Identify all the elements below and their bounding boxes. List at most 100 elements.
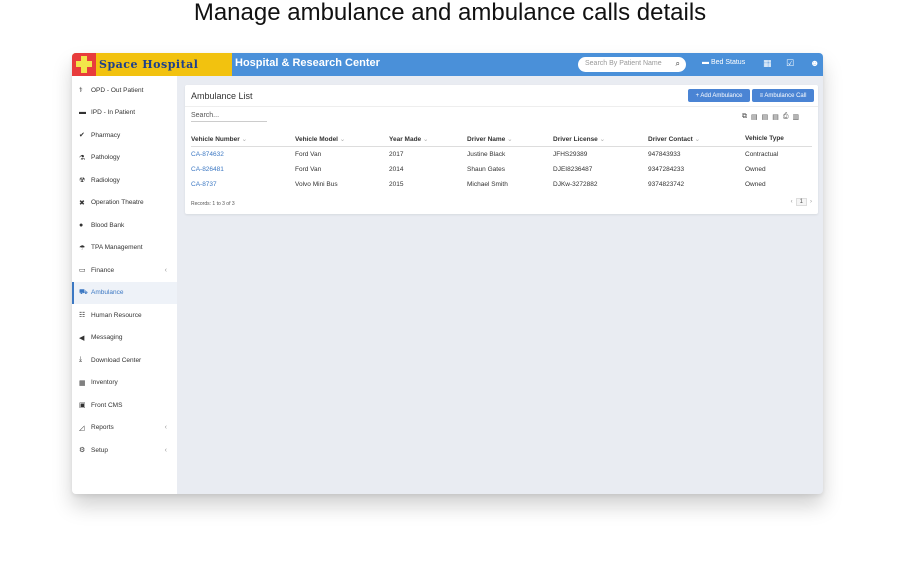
table-search-input[interactable]: Search... (191, 112, 267, 122)
sidebar-item-ambulance[interactable]: ⛟ Ambulance (72, 281, 177, 304)
money-icon: ▭ (79, 267, 86, 275)
sidebar-item-download-center[interactable]: ⤓ Download Center (72, 349, 177, 372)
excel-icon[interactable]: ▤ (751, 113, 758, 121)
sidebar-item-label: Radiology (91, 176, 120, 184)
sidebar-item-reports[interactable]: ◿ Reports ‹ (72, 417, 177, 440)
sidebar-item-pathology[interactable]: ⚗ Pathology (72, 147, 177, 170)
table-header: Vehicle Number ⌄ Vehicle Model ⌄ Year Made… (191, 131, 812, 147)
table-cell: Justine Black (467, 151, 506, 158)
sidebar-item-human-resource[interactable]: ☷ Human Resource (72, 304, 177, 327)
sitemap-icon: ☷ (79, 312, 86, 320)
table-cell: Ford Van (295, 151, 322, 158)
copy-icon[interactable]: ⧉ (742, 113, 747, 121)
chevron-left-icon: ‹ (164, 424, 167, 432)
columns-icon[interactable]: ▥ (792, 113, 799, 121)
panel-title: Ambulance List (191, 91, 253, 101)
sort-icon: ⌄ (505, 135, 513, 143)
sidebar-item-radiology[interactable]: ☢ Radiology (72, 169, 177, 192)
column-header-label: Vehicle Model (295, 135, 338, 143)
table-cell: Volvo Mini Bus (295, 181, 338, 188)
sidebar-item-finance[interactable]: ▭ Finance ‹ (72, 259, 177, 282)
add-ambulance-button[interactable]: + Add Ambulance (688, 89, 750, 102)
xray-icon: ☢ (79, 177, 86, 185)
bed-status-button[interactable]: ▬ Bed Status (702, 59, 745, 66)
stethoscope-icon: ⚕ (79, 87, 83, 95)
sidebar-item-tpa-management[interactable]: ☂ TPA Management (72, 237, 177, 260)
pagination: ‹ 1 › (791, 198, 812, 206)
column-header-label: Driver License (553, 135, 598, 143)
page-number-button[interactable]: 1 (795, 198, 807, 206)
sidebar-item-inventory[interactable]: ▦ Inventory (72, 372, 177, 395)
sidebar-item-opd-out-patient[interactable]: ⚕ OPD - Out Patient (72, 79, 177, 102)
sidebar-item-label: Front CMS (91, 401, 123, 409)
table-cell: 2015 (389, 181, 404, 188)
sidebar-item-messaging[interactable]: ◀ Messaging (72, 327, 177, 350)
sidebar-item-setup[interactable]: ⚙ Setup ‹ (72, 439, 177, 462)
column-header-label: Vehicle Type (745, 135, 784, 142)
prev-page-button[interactable]: ‹ (791, 199, 793, 205)
bullhorn-icon: ◀ (79, 334, 85, 342)
table-row: CA-826481 Ford Van 2014 Shaun Gates DJEI8236… (191, 162, 812, 177)
column-header[interactable]: Year Made ⌄ (389, 135, 467, 143)
table-cell: Owned (745, 166, 766, 173)
download-icon: ⤓ (79, 356, 83, 364)
sort-icon: ⌄ (239, 135, 248, 143)
ambulance-call-button[interactable]: ≡ Ambulance Call (752, 89, 814, 102)
scissors-icon: ✖ (79, 199, 85, 207)
sidebar-item-label: Finance (91, 266, 115, 274)
sidebar-item-blood-bank[interactable]: ● Blood Bank (72, 214, 177, 237)
sidebar-item-label: TPA Management (91, 244, 143, 252)
chart-icon: ◿ (79, 424, 85, 432)
table-cell: 9374823742 (648, 181, 685, 188)
table-cell: JFHS29389 (553, 151, 588, 158)
gears-icon: ⚙ (79, 447, 86, 455)
patient-search-input[interactable]: Search By Patient Name ⌕ (578, 57, 686, 72)
table-cell: DJEI8236487 (553, 166, 593, 173)
table-row: CA-874632 Ford Van 2017 Justine Black JFHS29… (191, 147, 812, 162)
divider (185, 106, 818, 107)
column-header[interactable]: Driver Name ⌄ (467, 135, 553, 143)
search-icon[interactable]: ⌕ (676, 59, 680, 69)
vehicle-number-link[interactable]: CA-874632 (191, 151, 295, 158)
user-avatar-icon[interactable]: ☻ (810, 58, 819, 68)
column-header[interactable]: Vehicle Number ⌄ (191, 135, 295, 143)
logo-text: Space Hospital (99, 58, 199, 71)
sidebar-item-front-cms[interactable]: ▣ Front CMS (72, 394, 177, 417)
sidebar-item-label: Inventory (91, 379, 118, 387)
column-header[interactable]: Driver License ⌄ (553, 135, 648, 143)
vehicle-number-link[interactable]: CA-826481 (191, 166, 295, 173)
table-cell: 9347284233 (648, 166, 685, 173)
table-cell: 2017 (389, 151, 404, 158)
table-cell: Shaun Gates (467, 166, 505, 173)
vehicle-number-link[interactable]: CA-8737 (191, 181, 295, 188)
table-cell: 947843933 (648, 151, 681, 158)
records-info: Records: 1 to 3 of 3 (191, 201, 235, 207)
sidebar-item-ipd-in-patient[interactable]: ▬ IPD - In Patient (72, 102, 177, 125)
hospital-logo[interactable]: Space Hospital (72, 53, 232, 76)
ambulance-list-panel: Ambulance List + Add Ambulance ≡ Ambulan… (185, 85, 818, 214)
sidebar-item-label: Pharmacy (91, 131, 121, 139)
search-placeholder: Search By Patient Name (585, 60, 662, 67)
column-header-label: Vehicle Number (191, 135, 240, 143)
table-cell: DJKw-3272882 (553, 181, 598, 188)
column-header[interactable]: Driver Contact ⌄ (648, 135, 745, 143)
cms-icon: ▣ (79, 402, 86, 410)
umbrella-icon: ☂ (79, 244, 86, 252)
column-header-label: Year Made (389, 135, 422, 143)
sidebar-item-pharmacy[interactable]: ✔ Pharmacy (72, 124, 177, 147)
ambulance-table: Vehicle Number ⌄ Vehicle Model ⌄ Year Made… (191, 131, 812, 192)
column-header[interactable]: Vehicle Type (745, 135, 812, 142)
calendar-icon[interactable]: ▦ (763, 58, 772, 69)
droplet-icon: ● (79, 221, 84, 229)
print-icon[interactable]: ⎙ (783, 113, 789, 121)
flask-icon: ⚗ (79, 154, 86, 162)
export-toolbar: ⧉ ▤ ▤ ▤ ⎙ ▥ (742, 113, 799, 121)
sidebar-item-label: Reports (91, 424, 114, 432)
task-check-icon[interactable]: ☑ (786, 58, 794, 69)
column-header[interactable]: Vehicle Model ⌄ (295, 135, 389, 143)
csv-icon[interactable]: ▤ (762, 113, 769, 121)
sidebar-item-label: Setup (91, 446, 108, 454)
next-page-button[interactable]: › (810, 199, 812, 205)
pdf-icon[interactable]: ▤ (772, 113, 779, 121)
sidebar-item-operation-theatre[interactable]: ✖ Operation Theatre (72, 192, 177, 215)
